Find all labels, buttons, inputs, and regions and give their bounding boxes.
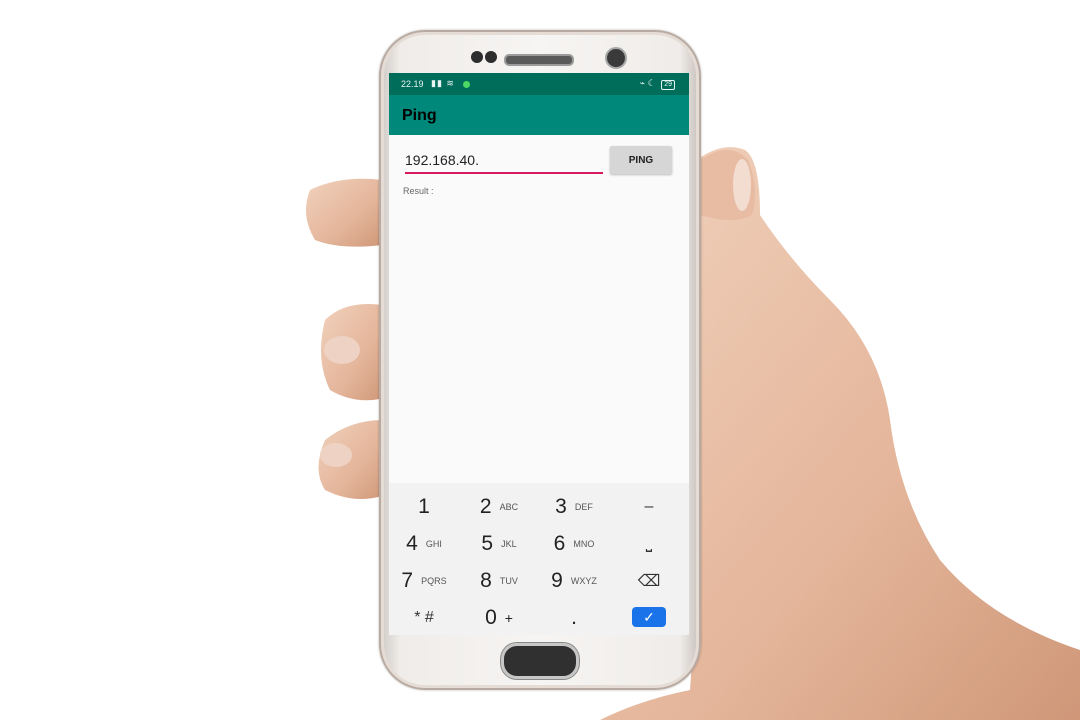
phone-screen: 22.19 ▮▮ ≋ ⌁ ☾ 29 Ping PING Result : 1 2… — [389, 73, 689, 635]
backspace-icon: ⌫ — [637, 573, 661, 590]
key-6[interactable]: 6 MNO — [539, 528, 609, 560]
key-3[interactable]: 3 DEF — [539, 491, 609, 523]
status-right-icons: ⌁ ☾ 29 — [640, 78, 675, 90]
key-7[interactable]: 7 PQRS — [389, 565, 459, 597]
key-0[interactable]: 0 + — [464, 602, 534, 634]
moon-icon: ☾ — [647, 78, 656, 88]
vibrate-icon: ⌁ — [639, 78, 646, 88]
battery-icon: 29 — [661, 80, 675, 90]
front-sensor — [485, 51, 497, 63]
checkmark-icon: ✓ — [643, 608, 655, 625]
star-hash-key[interactable]: * # — [389, 602, 459, 634]
key-5[interactable]: 5 JKL — [464, 528, 534, 560]
key-1[interactable]: 1 — [389, 491, 459, 523]
key-9[interactable]: 9 WXYZ — [539, 565, 609, 597]
status-bar: 22.19 ▮▮ ≋ ⌁ ☾ 29 — [389, 73, 689, 95]
notification-dot-icon — [463, 81, 470, 88]
key-4[interactable]: 4 GHI — [389, 528, 459, 560]
front-sensor — [471, 51, 483, 63]
dot-key[interactable]: . — [539, 602, 609, 634]
key-2[interactable]: 2 ABC — [464, 491, 534, 523]
result-label: Result : — [403, 186, 434, 196]
numeric-keyboard: 1 2 ABC 3 DEF – 4 GHI 5 JKL 6 MNO ⎵ 7 PQ… — [389, 483, 689, 635]
earpiece-speaker — [504, 54, 574, 66]
front-camera — [605, 47, 627, 69]
home-button[interactable] — [501, 643, 579, 679]
space-icon: ⎵ — [645, 535, 653, 552]
backspace-key[interactable]: ⌫ — [614, 565, 684, 597]
ping-button[interactable]: PING — [610, 146, 672, 174]
done-key[interactable]: ✓ — [632, 607, 666, 627]
ip-address-input[interactable] — [405, 148, 603, 174]
app-title: Ping — [402, 107, 437, 124]
status-time: 22.19 — [401, 79, 424, 89]
space-key[interactable]: ⎵ — [614, 528, 684, 560]
minus-key[interactable]: – — [614, 491, 684, 523]
signal-wifi-icon: ▮▮ ≋ — [431, 78, 455, 88]
key-8[interactable]: 8 TUV — [464, 565, 534, 597]
